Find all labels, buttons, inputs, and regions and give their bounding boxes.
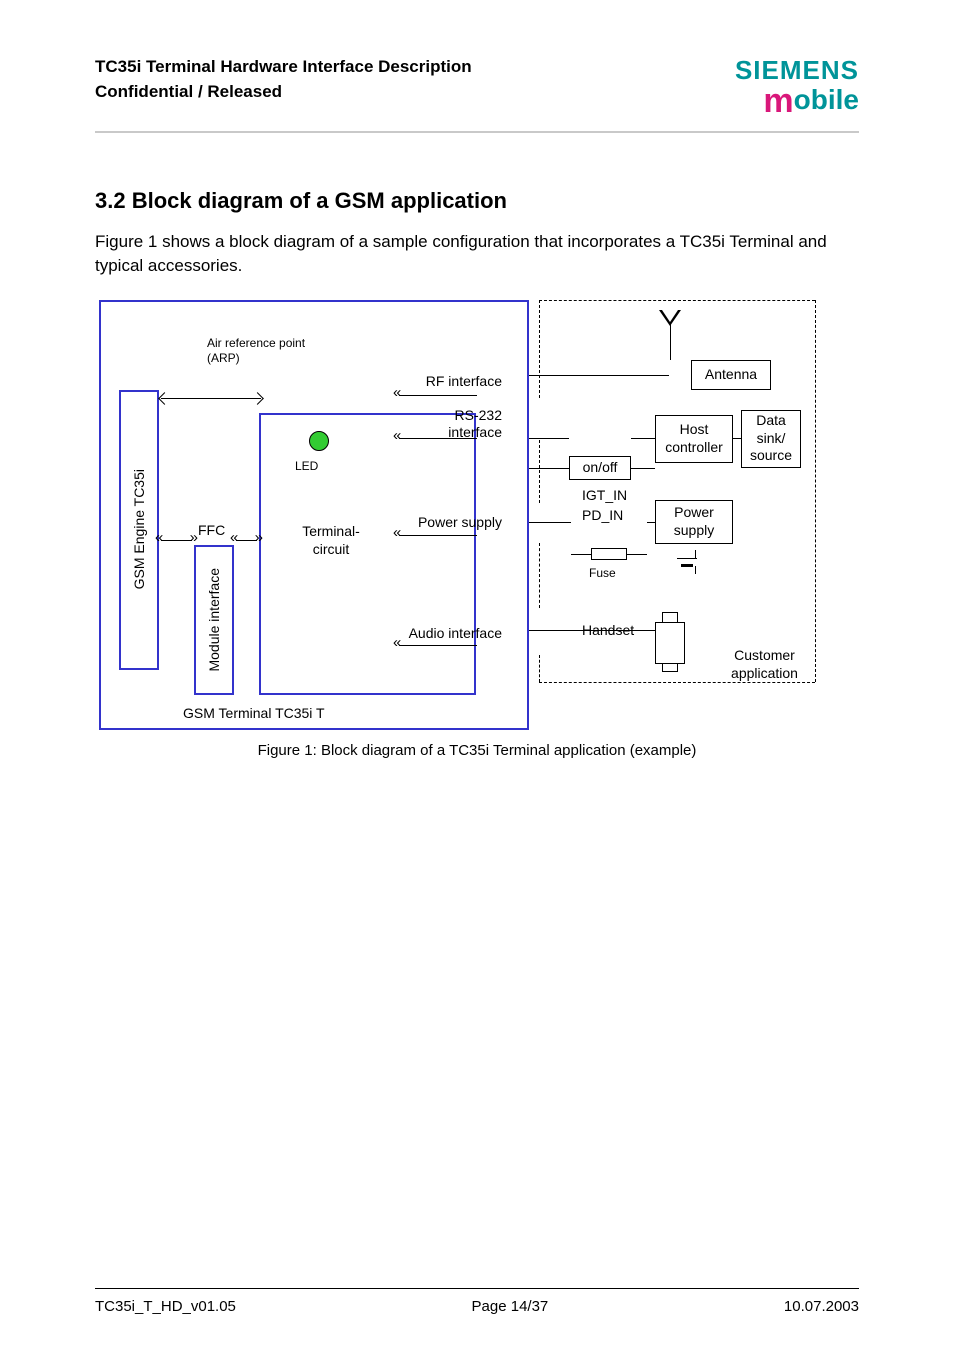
connector-line [529,522,571,523]
connector-line [236,540,257,541]
gsm-engine-box: GSM Engine TC35i [119,390,159,670]
figure-caption: Figure 1: Block diagram of a TC35i Termi… [95,742,859,759]
igt-in-label: IGT_IN [582,487,627,503]
module-interface-label: Module interface [206,568,222,672]
ffc-label: FFC [198,522,225,538]
antenna-box: Antenna [691,360,771,390]
fuse-label: Fuse [589,566,616,580]
customer-area-border [539,300,540,398]
connector-line [529,630,655,631]
connector-line [399,438,477,439]
header-line1: TC35i Terminal Hardware Interface Descri… [95,55,472,80]
customer-area-border [539,655,540,682]
connector-line [529,438,569,439]
customer-area-border [539,440,540,503]
section-paragraph: Figure 1 shows a block diagram of a samp… [95,230,859,278]
connector-line [529,468,569,469]
customer-application-label: Customer application [717,646,812,682]
handset-icon [662,664,678,672]
header-title-block: TC35i Terminal Hardware Interface Descri… [95,55,472,104]
audio-interface-label: Audio interface [387,625,502,643]
connector-line [733,438,741,439]
module-interface-box: Module interface [194,545,234,695]
connector-line [399,395,477,396]
logo-mobile-rest: obile [794,84,859,115]
antenna-icon [662,310,678,322]
battery-icon [695,566,696,574]
connector-line [399,535,477,536]
connector-line [529,375,669,376]
connector-line [161,540,192,541]
block-diagram: GSM Engine TC35i Module interface Air re… [99,300,815,730]
battery-icon [681,564,693,567]
connector-line [647,522,655,523]
header-rule [95,131,859,133]
rs232-interface-label: RS-232 interface [387,407,502,442]
pd-in-label: PD_IN [582,507,623,523]
power-supply-interface-label: Power supply [387,514,502,532]
page-header: TC35i Terminal Hardware Interface Descri… [95,55,859,121]
connector-line [161,398,261,399]
section-heading: 3.2 Block diagram of a GSM application [95,188,859,214]
rf-interface-label: RF interface [387,373,502,391]
customer-area-border [539,543,540,608]
footer-center: Page 14/37 [472,1298,549,1315]
logo-mobile: mobile [735,82,859,121]
footer-rule [95,1288,859,1289]
power-supply-box: Power supply [655,500,733,544]
handset-icon [655,622,685,664]
host-controller-box: Host controller [655,415,733,463]
connector-line [631,438,655,439]
battery-icon [695,550,696,558]
fuse-icon [591,548,627,560]
led-icon [309,431,329,451]
onoff-box: on/off [569,456,631,480]
customer-area-border [539,300,815,301]
led-label: LED [295,459,318,473]
page-footer: TC35i_T_HD_v01.05 Page 14/37 10.07.2003 [95,1298,859,1315]
connector-line [399,645,477,646]
header-line2: Confidential / Released [95,80,472,105]
arp-label: Air reference point (ARP) [207,336,305,366]
fuse-icon [571,554,591,555]
footer-left: TC35i_T_HD_v01.05 [95,1298,236,1315]
connector-line [631,468,655,469]
battery-icon [677,558,697,559]
handset-icon [662,612,678,622]
terminal-circuit-label: Terminal- circuit [291,522,371,558]
gsm-engine-label: GSM Engine TC35i [131,469,147,589]
fuse-icon [627,554,647,555]
brand-logo: SIEMENS mobile [735,55,859,121]
gsm-terminal-label: GSM Terminal TC35i T [183,705,325,721]
data-sink-source-box: Data sink/ source [741,410,801,468]
customer-area-border [815,300,816,682]
page: TC35i Terminal Hardware Interface Descri… [0,0,954,1351]
logo-mobile-m: m [763,82,793,120]
footer-right: 10.07.2003 [784,1298,859,1315]
